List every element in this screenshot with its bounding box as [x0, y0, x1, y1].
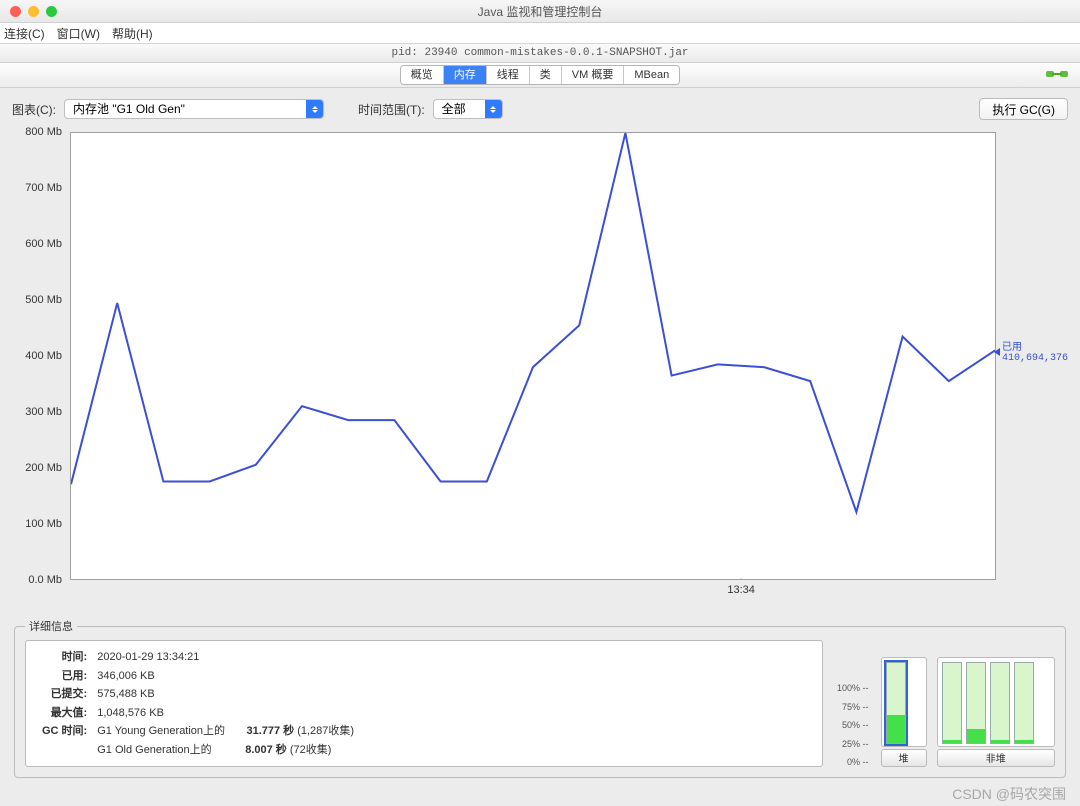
content-pane: 图表(C): 内存池 "G1 Old Gen" 时间范围(T): 全部 执行 G…: [0, 88, 1080, 806]
details-text: 时间:2020-01-29 13:34:21 已用:346,006 KB 已提交…: [25, 640, 823, 767]
window-titlebar: Java 监视和管理控制台: [0, 0, 1080, 23]
tab-segment: 概览 内存 线程 类 VM 概要 MBean: [400, 65, 680, 85]
x-axis: 13:34: [70, 584, 996, 600]
chevron-updown-icon: [306, 100, 323, 118]
usage-bar[interactable]: [886, 662, 906, 744]
memory-bars: 100% -- 75% -- 50% -- 25% -- 0% -- 堆 非堆: [837, 640, 1055, 767]
series-callout: 已用 410,694,376: [1002, 338, 1068, 364]
usage-bar[interactable]: [990, 662, 1010, 744]
y-axis: 0.0 Mb100 Mb200 Mb300 Mb400 Mb500 Mb600 …: [12, 128, 66, 580]
callout-label: 已用: [1002, 338, 1068, 353]
tab-threads[interactable]: 线程: [487, 66, 530, 84]
usage-bar[interactable]: [966, 662, 986, 744]
menu-connect[interactable]: 连接(C): [4, 25, 45, 42]
nonheap-bars[interactable]: [937, 657, 1055, 747]
tab-classes[interactable]: 类: [530, 66, 562, 84]
tab-bar: 概览 内存 线程 类 VM 概要 MBean: [0, 63, 1080, 88]
details-legend: 详细信息: [25, 618, 77, 634]
usage-bar[interactable]: [942, 662, 962, 744]
watermark: CSDN @码农突围: [952, 784, 1066, 804]
tab-overview[interactable]: 概览: [401, 66, 444, 84]
bar-axis: 100% -- 75% -- 50% -- 25% -- 0% --: [837, 683, 871, 767]
chevron-updown-icon: [485, 100, 502, 118]
menu-window[interactable]: 窗口(W): [57, 25, 100, 42]
usage-bar[interactable]: [1014, 662, 1034, 744]
perform-gc-button[interactable]: 执行 GC(G): [979, 98, 1068, 120]
connection-status-icon: [1046, 66, 1068, 82]
chart-select-label: 图表(C):: [12, 101, 56, 118]
tab-memory[interactable]: 内存: [444, 66, 487, 84]
details-group: 详细信息 时间:2020-01-29 13:34:21 已用:346,006 K…: [14, 618, 1066, 778]
range-select[interactable]: 全部: [433, 99, 503, 119]
chart-toolbar: 图表(C): 内存池 "G1 Old Gen" 时间范围(T): 全部 执行 G…: [12, 96, 1068, 122]
heap-label[interactable]: 堆: [881, 749, 927, 767]
plot-area[interactable]: [70, 132, 996, 580]
x-tick-label: 13:34: [727, 584, 755, 596]
window-title: Java 监视和管理控制台: [0, 3, 1080, 20]
menu-help[interactable]: 帮助(H): [112, 25, 153, 42]
tab-mbeans[interactable]: MBean: [624, 66, 679, 84]
tab-vm-summary[interactable]: VM 概要: [562, 66, 625, 84]
memory-chart: 0.0 Mb100 Mb200 Mb300 Mb400 Mb500 Mb600 …: [12, 128, 1068, 608]
range-select-label: 时间范围(T):: [358, 101, 425, 118]
heap-bars[interactable]: [881, 657, 927, 747]
nonheap-label[interactable]: 非堆: [937, 749, 1055, 767]
callout-value: 410,694,376: [1002, 353, 1068, 364]
connection-subtitle: pid: 23940 common-mistakes-0.0.1-SNAPSHO…: [0, 44, 1080, 63]
menu-bar: 连接(C) 窗口(W) 帮助(H): [0, 23, 1080, 44]
chart-select[interactable]: 内存池 "G1 Old Gen": [64, 99, 324, 119]
